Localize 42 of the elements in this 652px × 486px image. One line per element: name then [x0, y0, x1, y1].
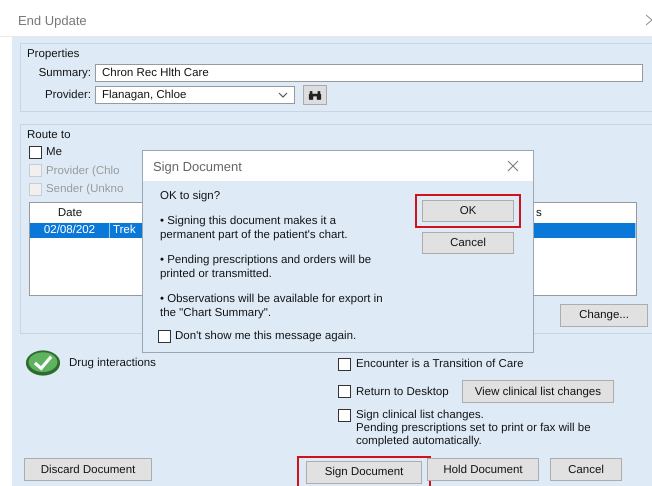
checkbox[interactable] — [338, 358, 351, 370]
action-button[interactable]: Discard Document — [24, 458, 152, 481]
close-icon[interactable] — [507, 160, 519, 172]
checkbox-label: Don't show me this message again. — [175, 330, 356, 342]
dialog-button[interactable]: OK — [422, 200, 514, 222]
window-title: End Update — [18, 12, 87, 28]
dialog-message: OK to sign? — [160, 189, 222, 203]
table-cell: 02/08/202 — [30, 222, 110, 238]
close-icon[interactable] — [646, 14, 652, 26]
checkbox-label: Return to Desktop — [356, 386, 449, 398]
drug-interactions-label: Drug interactions — [69, 357, 156, 369]
checkbox[interactable] — [158, 330, 171, 342]
dialog-message: • Pending prescriptions and orders will be printed or transmitted. — [160, 253, 372, 281]
field-label: Provider: — [44, 89, 91, 101]
dialog-button[interactable]: Cancel — [422, 232, 514, 254]
checkbox[interactable] — [29, 146, 42, 159]
group-title: Properties — [27, 48, 80, 60]
checkbox-label: Sign clinical list changes. — [356, 409, 485, 422]
checkbox-label: Provider (Chlo — [46, 164, 120, 177]
change-button[interactable]: Change... — [560, 304, 648, 327]
dialog-title: Sign Document — [153, 158, 242, 174]
caret-icon — [278, 92, 288, 98]
search-button[interactable] — [303, 85, 327, 105]
binoculars-icon — [308, 90, 322, 100]
checkbox-label: Encounter is a Transition of Care — [356, 358, 524, 370]
view-changes-button[interactable]: View clinical list changes — [462, 380, 614, 403]
action-button[interactable]: Hold Document — [427, 458, 539, 481]
provider-dropdown[interactable]: Flanagan, Chloe — [95, 86, 295, 104]
action-button[interactable]: Sign Document — [306, 460, 422, 484]
column-header[interactable]: Date — [30, 202, 110, 223]
dialog-message: • Observations will be available for export in the "Chart Summary". — [160, 292, 384, 320]
action-button[interactable]: Cancel — [550, 458, 622, 481]
field-label: Summary: — [38, 67, 91, 79]
checkbox-label: Me — [46, 146, 62, 158]
column-header[interactable]: s — [532, 202, 636, 223]
checkmark-icon — [25, 349, 61, 377]
summary-field[interactable]: Chron Rec Hlth Care — [95, 64, 643, 82]
checkbox[interactable] — [338, 385, 351, 398]
group-title: Route to — [27, 129, 70, 141]
checkbox-label: Sender (Unkno — [46, 183, 124, 196]
checkbox-note: Pending prescriptions set to print or fax will be completed automatically. — [356, 422, 592, 448]
checkbox[interactable] — [338, 409, 351, 422]
